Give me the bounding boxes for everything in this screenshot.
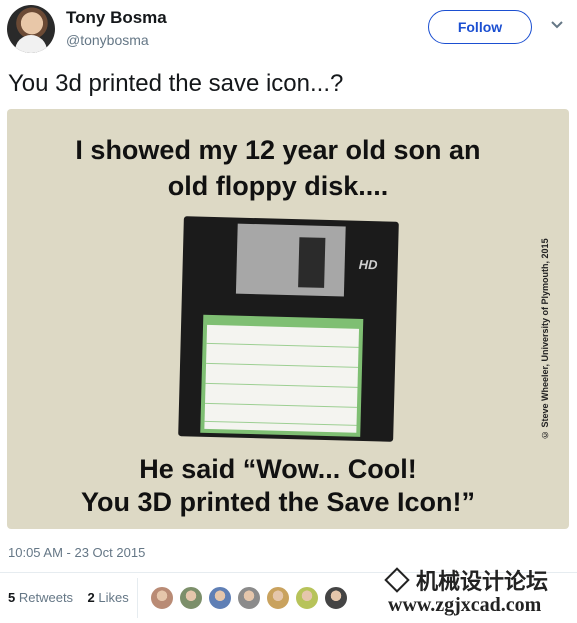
liker-avatar[interactable] (237, 586, 261, 610)
tweet-text: You 3d printed the save icon...? (8, 70, 344, 97)
image-caption-line-1: I showed my 12 year old son an (75, 135, 481, 165)
liker-avatars (150, 586, 348, 612)
watermark-site-name: 机械设计论坛 (416, 569, 549, 594)
disk-mark: HD (358, 256, 378, 273)
liker-avatar[interactable] (179, 586, 203, 610)
stats-separator (137, 578, 138, 618)
tweet-image[interactable]: I showed my 12 year old son an old flopp… (7, 109, 569, 529)
liker-avatar[interactable] (208, 586, 232, 610)
diamond-logo-icon (384, 567, 410, 593)
tweet-stats: 5 Retweets 2 Likes (8, 590, 129, 605)
image-caption-line-4: You 3D printed the Save Icon!” (80, 487, 476, 517)
tweet-timestamp[interactable]: 10:05 AM - 23 Oct 2015 (8, 545, 145, 560)
image-caption-line-2: old floppy disk.... (167, 171, 389, 201)
disk-label (200, 314, 364, 437)
user-handle[interactable]: @tonybosma (66, 32, 149, 48)
chevron-down-icon[interactable] (550, 18, 564, 32)
likes-stat[interactable]: 2 Likes (88, 590, 129, 605)
image-caption-line-3: He said “Wow... Cool! (139, 454, 417, 484)
image-credit: © Steve Wheeler, University of Plymouth,… (540, 238, 550, 440)
liker-avatar[interactable] (324, 586, 348, 610)
tweet-header: Tony Bosma @tonybosma Follow (0, 0, 577, 60)
watermark-url: www.zgjxcad.com (388, 594, 542, 616)
avatar[interactable] (7, 5, 55, 53)
liker-avatar[interactable] (266, 586, 290, 610)
follow-button[interactable]: Follow (428, 10, 532, 44)
liker-avatar[interactable] (295, 586, 319, 610)
retweets-stat[interactable]: 5 Retweets (8, 590, 73, 605)
display-name[interactable]: Tony Bosma (66, 8, 167, 28)
disk-shutter (235, 223, 346, 297)
floppy-disk-illustration: HD (178, 216, 399, 442)
liker-avatar[interactable] (150, 586, 174, 610)
site-watermark: 机械设计论坛 www.zgjxcad.com (384, 564, 577, 620)
